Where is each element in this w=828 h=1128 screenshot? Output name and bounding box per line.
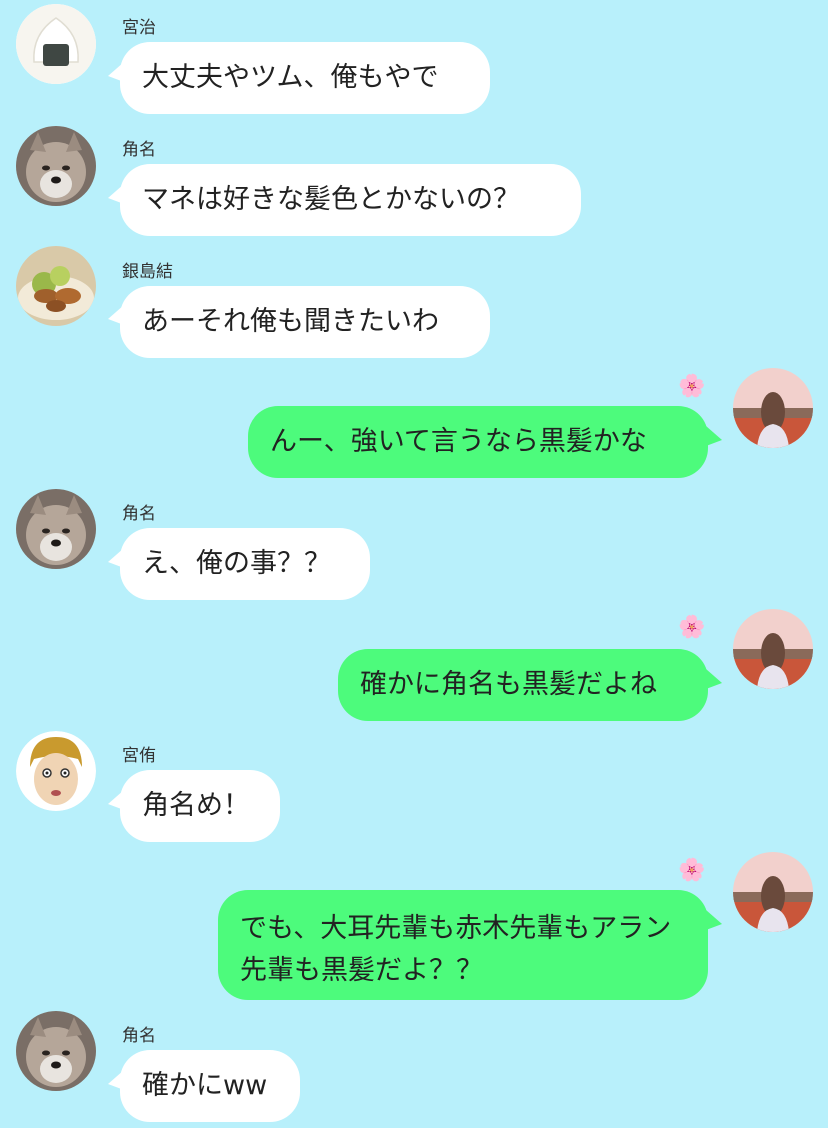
flower-sticker: 🌸: [678, 615, 706, 640]
sender-name: 角名: [122, 140, 156, 160]
message-bubble[interactable]: でも、大耳先輩も赤木先輩もアラン先輩も黒髪だよ？？: [218, 890, 708, 1000]
message-bubble[interactable]: 確かに角名も黒髪だよね: [338, 649, 708, 721]
sender-name: 角名: [122, 504, 156, 524]
sender-name: 銀島結: [122, 262, 173, 282]
bubble-tail: [706, 910, 722, 930]
sender-name: 角名: [122, 1026, 156, 1046]
shiba-dog-avatar[interactable]: [16, 126, 96, 206]
cartoon-face-avatar[interactable]: [16, 731, 96, 811]
shiba-dog-avatar[interactable]: [16, 1011, 96, 1091]
message-bubble[interactable]: マネは好きな髪色とかないの？: [120, 164, 581, 236]
message-bubble[interactable]: 確かにww: [120, 1050, 300, 1122]
message-bubble[interactable]: あーそれ俺も聞きたいわ: [120, 286, 490, 358]
flower-sticker: 🌸: [678, 374, 706, 399]
bubble-tail: [706, 426, 722, 446]
bubble-tail: [706, 669, 722, 689]
food-plate-avatar[interactable]: [16, 246, 96, 326]
girl-in-field-avatar[interactable]: [733, 852, 813, 932]
sender-name: 宮治: [122, 18, 156, 38]
sender-name: 宮侑: [122, 746, 156, 766]
girl-in-field-avatar[interactable]: [733, 609, 813, 689]
onigiri-avatar[interactable]: [16, 4, 96, 84]
message-bubble[interactable]: え、俺の事？？: [120, 528, 370, 600]
flower-sticker: 🌸: [678, 858, 706, 883]
message-bubble[interactable]: 角名め！: [120, 770, 280, 842]
message-bubble[interactable]: 大丈夫やツム、俺もやで: [120, 42, 490, 114]
shiba-dog-avatar[interactable]: [16, 489, 96, 569]
girl-in-field-avatar[interactable]: [733, 368, 813, 448]
message-bubble[interactable]: んー、強いて言うなら黒髪かな: [248, 406, 708, 478]
